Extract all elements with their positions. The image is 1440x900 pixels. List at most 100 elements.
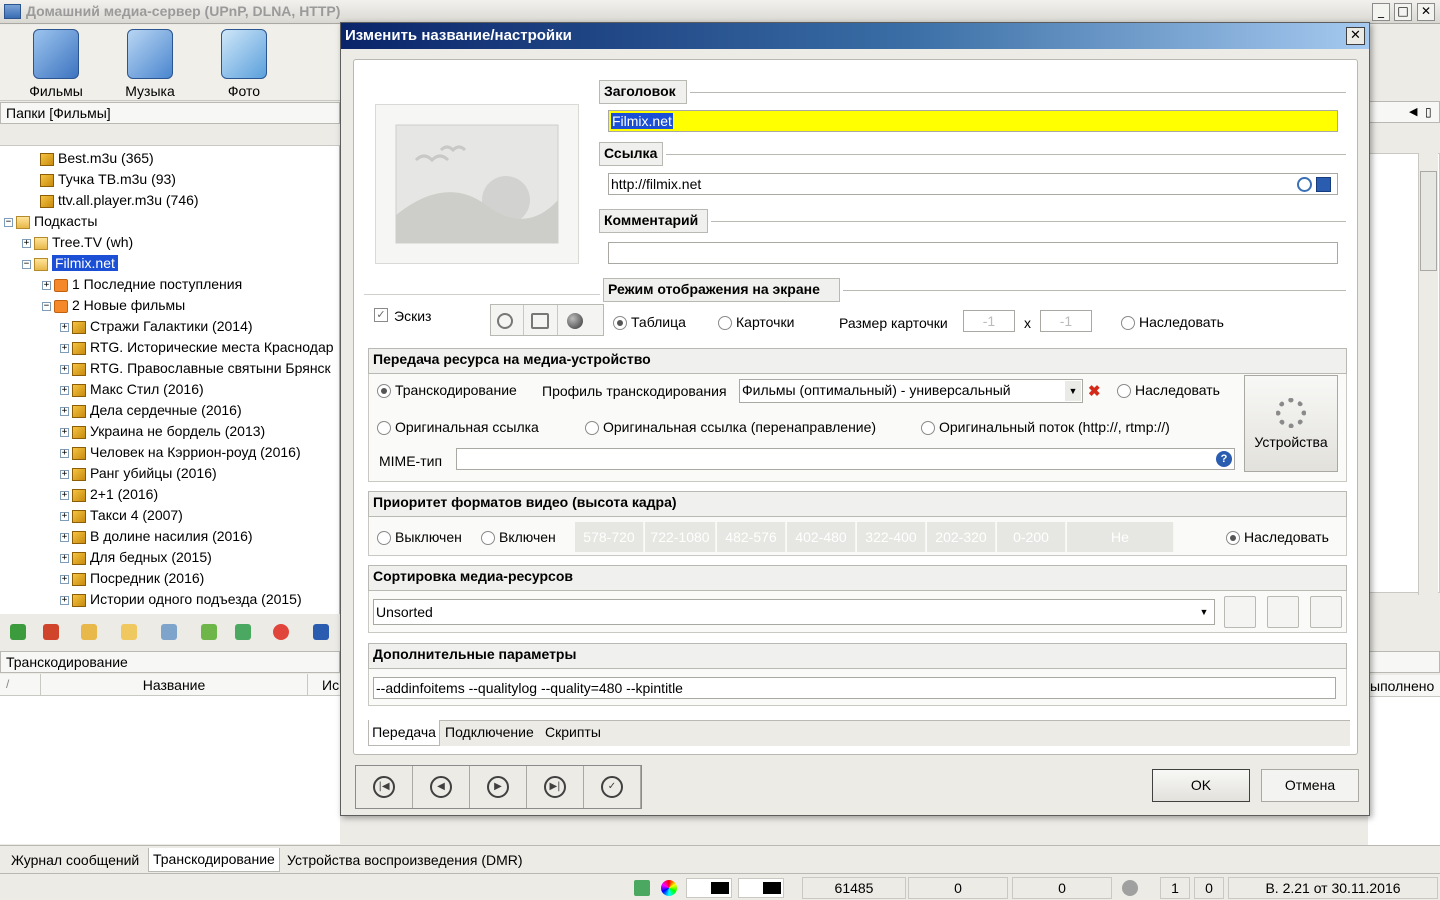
profile-select[interactable]: Фильмы (оптимальный) - универсальный ▼ [739,379,1083,403]
priority-on-option[interactable]: Включен [481,529,556,546]
sort-chevron-down-icon[interactable]: ▼ [1196,603,1212,621]
folders-tree[interactable]: Best.m3u (365) Тучка ТВ.m3u (93) ttv.all.p… [0,146,340,614]
orig-stream-radio[interactable] [921,421,935,436]
format-chip[interactable]: 722-1080 [645,522,716,552]
tree-item[interactable]: + Человек на Кэррион-роуд (2016) [60,442,301,463]
cancel-button[interactable]: Отмена [1261,769,1359,802]
tree-expander-icon[interactable]: + [60,322,69,332]
tree-expander-icon[interactable]: + [60,532,69,542]
format-chip[interactable]: 322-400 [857,522,926,552]
tree-item[interactable]: + Стражи Галактики (2014) [60,316,253,337]
dialog-close-button[interactable]: ✕ [1346,27,1365,45]
remove-icon[interactable] [43,624,59,640]
tree-expander-icon[interactable]: + [60,553,69,563]
tree-item[interactable]: + Ранг убийцы (2016) [60,463,217,484]
transcode-radio[interactable] [377,384,391,399]
format-chip[interactable]: 0-200 [997,522,1066,552]
card-height-input[interactable]: -1 [1040,310,1092,332]
sort-select[interactable]: Unsorted ▼ [373,599,1215,625]
display-inherit-option[interactable]: Наследовать [1121,314,1224,331]
display-table-radio[interactable] [613,316,627,331]
format-chip[interactable]: 482-576 [717,522,786,552]
search-icon[interactable] [1297,177,1312,192]
tree-expander-icon[interactable]: + [60,469,69,479]
tab-dmr-devices[interactable]: Устройства воспроизведения (DMR) [282,848,528,872]
pin-icon[interactable]: ▯ [1425,105,1432,119]
collapse-icon[interactable]: ◀ [1409,105,1417,118]
tree-item[interactable]: +2+1 (2016) [60,484,158,505]
nav-button[interactable]: ✓ [584,766,641,808]
link-input[interactable]: http://filmix.net [608,173,1338,195]
transcode-option[interactable]: Транскодирование [377,382,517,399]
orig-link-option[interactable]: Оригинальная ссылка [377,419,539,436]
format-chip[interactable]: 578-720 [575,522,644,552]
orig-stream-option[interactable]: Оригинальный поток (http://, rtmp://) [921,419,1170,436]
tree-expander-icon[interactable]: + [60,448,69,458]
tree-item[interactable]: − 2 Новые фильмы [42,295,185,316]
tree-expander-icon[interactable]: + [60,574,69,584]
grid-icon[interactable] [161,624,177,640]
tree-item[interactable]: + Такси 4 (2007) [60,505,183,526]
tree-item[interactable]: + В долине насилия (2016) [60,526,253,547]
priority-inherit-radio[interactable] [1226,531,1240,546]
tree-item[interactable]: + Tree.TV (wh) [22,232,133,253]
tree-expander-icon[interactable]: + [22,238,31,248]
folder-icon[interactable] [81,624,97,640]
tree-expander-icon[interactable]: + [60,490,69,500]
thumb-settings-icon[interactable] [497,313,513,329]
format-chip[interactable]: 202-320 [927,522,996,552]
tree-expander-icon[interactable]: + [60,406,69,416]
import-icon[interactable] [201,624,217,640]
mime-input[interactable] [456,448,1235,470]
refresh-icon[interactable] [121,624,137,640]
priority-on-radio[interactable] [481,531,495,546]
tree-expander-icon[interactable]: − [42,301,51,311]
orig-link-redirect-radio[interactable] [585,421,599,436]
tree-expander-icon[interactable]: + [60,511,69,521]
tree-expander-icon[interactable]: + [60,343,69,353]
tree-item[interactable]: Best.m3u (365) [28,148,154,169]
toolbar-films-button[interactable]: Фильмы [16,25,96,101]
tab-scripts[interactable]: Скрипты [545,724,601,740]
thumb-load-icon[interactable] [531,313,549,329]
thumb-clear-icon[interactable] [567,313,583,329]
tree-item[interactable]: ttv.all.player.m3u (746) [28,190,199,211]
close-window-button[interactable]: ✕ [1417,3,1435,21]
toolbar-photo-button[interactable]: Фото [204,25,284,101]
tree-expander-icon[interactable]: + [60,427,69,437]
column-done[interactable]: ыполнено [1368,675,1440,697]
maximize-button[interactable]: □ [1394,3,1412,21]
display-cards-option[interactable]: Карточки [718,314,794,331]
display-inherit-radio[interactable] [1121,316,1135,331]
priority-off-option[interactable]: Выключен [377,529,462,546]
right-scrollbar[interactable] [1418,153,1438,595]
tab-transfer[interactable]: Передача [368,720,440,746]
tree-item[interactable]: + Посредник (2016) [60,568,204,589]
orig-link-radio[interactable] [377,421,391,436]
card-width-input[interactable]: -1 [963,310,1015,332]
nav-button[interactable]: ▶ [470,766,527,808]
minimize-button[interactable]: _ [1372,3,1390,21]
orig-link-redirect-option[interactable]: Оригинальная ссылка (перенаправление) [585,419,876,436]
format-chip[interactable]: 402-480 [787,522,856,552]
devices-button[interactable]: Устройства [1244,375,1338,472]
display-cards-radio[interactable] [718,316,732,331]
tree-expander-icon[interactable]: + [42,280,51,290]
nav-button[interactable]: ▶| [527,766,584,808]
column-source[interactable]: Ис [322,677,339,693]
tab-transcoding[interactable]: Транскодирование [148,848,280,872]
tab-connection[interactable]: Подключение [445,724,534,740]
toolbar-music-button[interactable]: Музыка [110,25,190,101]
sort-grid-button[interactable] [1267,596,1299,628]
chevron-down-icon[interactable]: ▼ [1065,381,1081,401]
transfer-inherit-radio[interactable] [1117,384,1131,399]
clear-profile-icon[interactable]: ✖ [1088,382,1101,400]
tree-item[interactable]: + Для бедных (2015) [60,547,212,568]
display-table-option[interactable]: Таблица [613,314,686,331]
sort-load-button[interactable] [1310,596,1342,628]
tree-item[interactable]: − Подкасты [4,211,97,232]
add-icon[interactable] [10,624,26,640]
export-icon[interactable] [235,624,251,640]
tree-item[interactable]: + Макс Стил (2016) [60,379,204,400]
tree-item[interactable]: Тучка ТВ.m3u (93) [28,169,176,190]
